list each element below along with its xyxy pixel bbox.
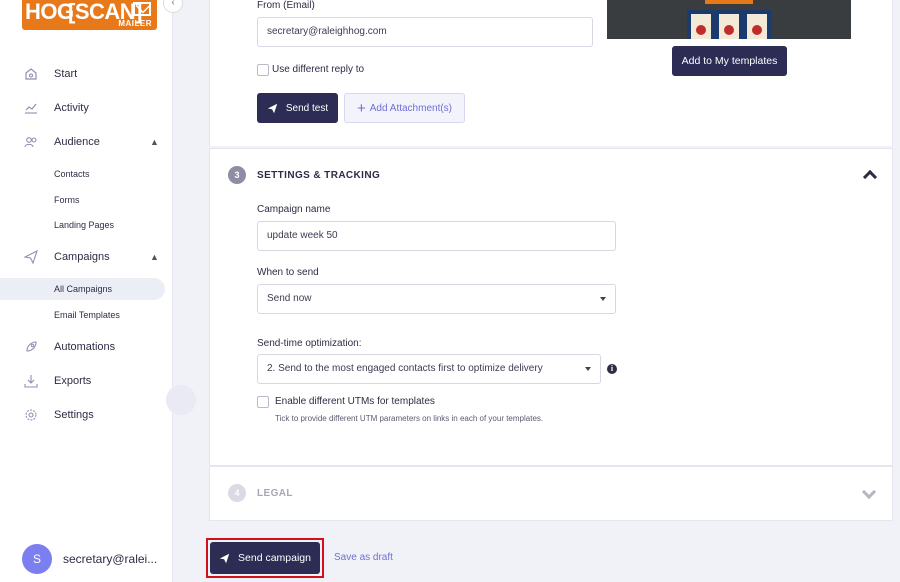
preview-header — [705, 0, 753, 4]
settings-section-header[interactable]: 3 SETTINGS & TRACKING — [228, 166, 380, 184]
sidebar-item-label: Audience — [54, 136, 100, 148]
gear-icon — [25, 409, 37, 421]
envelope-icon — [133, 2, 151, 16]
sidebar-item-start[interactable]: Start — [0, 63, 165, 85]
legal-section-header[interactable]: 4 LEGAL — [228, 484, 293, 502]
sidebar-item-label: Email Templates — [54, 310, 120, 320]
utm-helper-text: Tick to provide different UTM parameters… — [275, 414, 544, 423]
download-icon — [24, 375, 38, 388]
sidebar-item-audience[interactable]: Audience ▲ — [0, 131, 165, 153]
section-title: SETTINGS & TRACKING — [257, 169, 381, 181]
paper-plane-icon — [24, 250, 38, 264]
sidebar-item-label: Forms — [54, 195, 80, 205]
chevron-down-icon[interactable] — [861, 484, 877, 500]
rocket-icon — [26, 341, 37, 352]
step-number: 3 — [228, 166, 246, 184]
brand-logo[interactable]: HOG [SCAN] MAILER — [22, 0, 157, 30]
sidebar-item-label: Activity — [54, 102, 89, 114]
send-test-button[interactable]: Send test — [257, 93, 338, 123]
sidebar-item-automations[interactable]: Automations — [0, 336, 165, 358]
step-number: 4 — [228, 484, 246, 502]
when-to-send-label: When to send — [257, 267, 319, 278]
add-to-templates-button[interactable]: Add to My templates — [672, 46, 787, 76]
send-campaign-label: Send campaign — [238, 552, 311, 564]
send-campaign-button[interactable]: Send campaign — [210, 542, 320, 574]
legal-section: 4 LEGAL — [209, 466, 893, 521]
preview-flower — [752, 25, 762, 35]
avatar: S — [22, 544, 52, 574]
sidebar-item-forms[interactable]: Forms — [0, 189, 165, 211]
paper-plane-icon — [267, 103, 278, 113]
sidebar-item-activity[interactable]: Activity — [0, 97, 165, 119]
settings-tracking-section: 3 SETTINGS & TRACKING Campaign name upda… — [209, 148, 893, 466]
sidebar-item-exports[interactable]: Exports — [0, 370, 165, 392]
user-menu[interactable]: S secretary@ralei... — [22, 544, 157, 574]
chevron-left-icon: ‹ — [171, 0, 175, 8]
sidebar-item-label: Start — [54, 68, 78, 80]
caret-down-icon — [585, 367, 591, 371]
add-attachment-label: Add Attachment(s) — [369, 102, 453, 114]
sidebar-item-landing-pages[interactable]: Landing Pages — [0, 214, 165, 236]
utm-label: Enable different UTMs for templates — [275, 396, 435, 407]
from-email-field[interactable]: secretary@raleighhog.com — [257, 17, 593, 47]
sidebar-item-settings[interactable]: Settings — [0, 404, 165, 426]
reply-to-label: Use different reply to — [272, 64, 365, 75]
sidebar-item-label: Campaigns — [54, 251, 110, 263]
when-to-send-value: Send now — [267, 293, 312, 304]
when-to-send-select[interactable]: Send now — [257, 284, 616, 314]
users-icon — [24, 137, 37, 148]
decorative-shape — [166, 385, 196, 415]
user-email: secretary@ralei... — [63, 552, 158, 566]
from-label: From (Email) — [257, 0, 315, 11]
brand-logo-sub: MAILER — [118, 19, 152, 28]
sidebar-item-label: Contacts — [54, 169, 90, 179]
sto-value: 2. Send to the most engaged contacts fir… — [267, 363, 543, 374]
utm-checkbox[interactable] — [257, 396, 269, 408]
sidebar-item-label: Settings — [54, 409, 94, 421]
campaign-name-input[interactable]: update week 50 — [257, 221, 616, 251]
brand-logo-part1: HOG — [25, 0, 74, 24]
sto-select[interactable]: 2. Send to the most engaged contacts fir… — [257, 354, 601, 384]
info-icon[interactable]: i — [607, 364, 617, 374]
sidebar-item-all-campaigns[interactable]: All Campaigns — [0, 278, 165, 300]
sidebar-item-label: All Campaigns — [54, 284, 113, 294]
paper-plane-icon — [219, 553, 230, 563]
sidebar-item-label: Exports — [54, 375, 92, 387]
add-attachment-button[interactable]: + Add Attachment(s) — [344, 93, 465, 123]
sidebar: HOG [SCAN] MAILER Start Activity Audienc… — [0, 0, 173, 582]
reply-to-checkbox[interactable] — [257, 64, 269, 76]
campaign-name-label: Campaign name — [257, 204, 331, 215]
template-preview[interactable] — [607, 0, 851, 39]
sidebar-item-label: Automations — [54, 341, 116, 353]
sidebar-item-campaigns[interactable]: Campaigns ▲ — [0, 246, 165, 268]
sto-label: Send-time optimization: — [257, 338, 362, 349]
chart-line-icon — [25, 103, 37, 114]
chevron-up-icon[interactable] — [862, 169, 878, 185]
sidebar-item-contacts[interactable]: Contacts — [0, 163, 165, 185]
plus-icon: + — [356, 99, 366, 117]
chevron-up-icon: ▲ — [150, 252, 159, 262]
preview-flower — [724, 25, 734, 35]
save-draft-link[interactable]: Save as draft — [334, 552, 393, 563]
send-test-label: Send test — [285, 102, 329, 114]
home-icon — [25, 68, 37, 80]
section-title: LEGAL — [257, 487, 293, 499]
sidebar-item-email-templates[interactable]: Email Templates — [0, 304, 165, 326]
chevron-up-icon: ▲ — [150, 137, 159, 147]
preview-flower — [696, 25, 706, 35]
caret-down-icon — [600, 297, 606, 301]
sidebar-item-label: Landing Pages — [54, 220, 115, 230]
